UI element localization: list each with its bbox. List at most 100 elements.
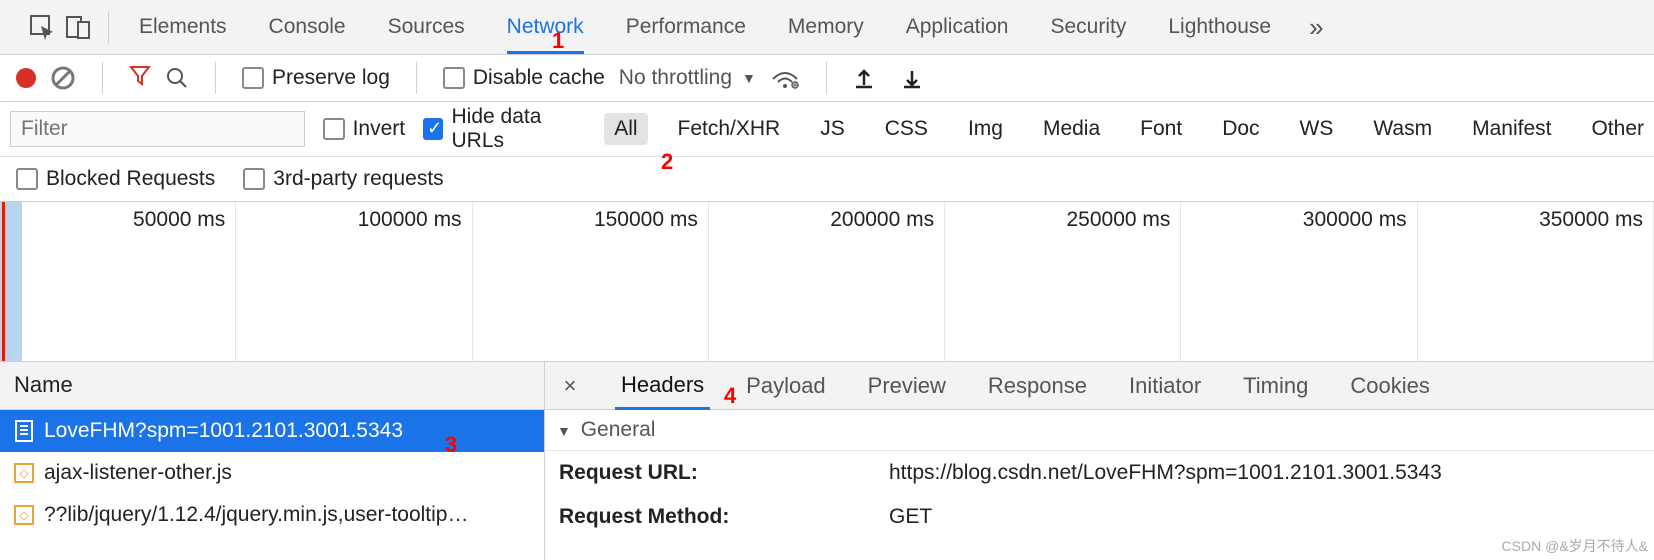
chip-ws[interactable]: WS (1290, 113, 1344, 145)
device-toolbar-icon[interactable] (60, 9, 96, 45)
close-detail-icon[interactable]: × (555, 371, 585, 401)
tab-response[interactable]: Response (982, 362, 1093, 410)
search-icon[interactable] (165, 66, 189, 90)
chip-wasm[interactable]: Wasm (1363, 113, 1442, 145)
request-row[interactable]: ◇ ??lib/jquery/1.12.4/jquery.min.js,user… (0, 494, 544, 536)
tab-headers[interactable]: Headers (615, 361, 710, 410)
filter-input[interactable] (10, 111, 305, 147)
third-party-label: 3rd-party requests (273, 167, 443, 191)
request-method-value: GET (889, 505, 1640, 529)
checkbox-icon (423, 118, 443, 140)
chip-other[interactable]: Other (1581, 113, 1654, 145)
chip-doc[interactable]: Doc (1212, 113, 1269, 145)
filter-toggle-icon[interactable] (129, 64, 151, 92)
timeline-overview[interactable]: 50000 ms 100000 ms 150000 ms 200000 ms 2… (0, 202, 1654, 362)
panel-tabs: Elements Console Sources Network Perform… (139, 1, 1271, 54)
name-column-header[interactable]: Name (0, 362, 544, 410)
request-name: ??lib/jquery/1.12.4/jquery.min.js,user-t… (44, 503, 468, 527)
third-party-checkbox[interactable]: 3rd-party requests (243, 167, 443, 191)
blocked-requests-checkbox[interactable]: Blocked Requests (16, 167, 215, 191)
checkbox-icon (323, 118, 345, 140)
checkbox-icon (16, 168, 38, 190)
tab-preview[interactable]: Preview (862, 362, 952, 410)
timeline-label: 100000 ms (358, 208, 462, 232)
separator (416, 62, 417, 94)
filter-bar-2: Blocked Requests 3rd-party requests (0, 157, 1654, 202)
tab-timing[interactable]: Timing (1237, 362, 1314, 410)
timeline-label: 300000 ms (1303, 208, 1407, 232)
watermark: CSDN @&岁月不待人& (1502, 536, 1648, 556)
tab-security[interactable]: Security (1050, 1, 1126, 53)
network-conditions-icon[interactable] (770, 67, 800, 89)
tab-cookies[interactable]: Cookies (1344, 362, 1435, 410)
tab-lighthouse[interactable]: Lighthouse (1168, 1, 1271, 53)
invert-checkbox[interactable]: Invert (323, 117, 406, 141)
detail-tabs: × Headers Payload Preview Response Initi… (545, 362, 1654, 410)
request-method-row: Request Method: GET (545, 495, 1654, 539)
resource-type-filter: All Fetch/XHR JS CSS Img Media Font Doc … (604, 113, 1654, 145)
annotation-3: 3 (445, 432, 457, 458)
disclosure-triangle-icon: ▼ (557, 423, 571, 439)
request-list-pane: Name LoveFHM?spm=1001.2101.3001.5343 ◇ a… (0, 362, 545, 560)
tab-network[interactable]: Network (507, 1, 584, 54)
inspect-element-icon[interactable] (24, 9, 60, 45)
request-url-row: Request URL: https://blog.csdn.net/LoveF… (545, 451, 1654, 495)
timeline-label: 150000 ms (594, 208, 698, 232)
separator (215, 62, 216, 94)
checkbox-icon (242, 67, 264, 89)
tab-payload[interactable]: Payload (740, 362, 832, 410)
annotation-2: 2 (661, 149, 673, 175)
preserve-log-checkbox[interactable]: Preserve log (242, 66, 390, 90)
checkbox-icon (243, 168, 265, 190)
checkbox-icon (443, 67, 465, 89)
tab-sources[interactable]: Sources (388, 1, 465, 53)
annotation-4: 4 (724, 383, 736, 409)
hide-data-urls-label: Hide data URLs (451, 105, 586, 153)
devtools-main-tabs: Elements Console Sources Network Perform… (0, 0, 1654, 55)
separator (826, 62, 827, 94)
tab-memory[interactable]: Memory (788, 1, 864, 53)
request-method-key: Request Method: (559, 505, 869, 529)
js-icon: ◇ (14, 463, 34, 483)
chip-all[interactable]: All (604, 113, 647, 145)
request-row[interactable]: LoveFHM?spm=1001.2101.3001.5343 (0, 410, 544, 452)
chip-fetch-xhr[interactable]: Fetch/XHR (668, 113, 791, 145)
timeline-label: 50000 ms (133, 208, 225, 232)
tab-initiator[interactable]: Initiator (1123, 362, 1207, 410)
clear-button[interactable] (50, 65, 76, 91)
request-url-key: Request URL: (559, 461, 869, 485)
chip-css[interactable]: CSS (875, 113, 938, 145)
more-tabs-icon[interactable]: » (1309, 12, 1323, 43)
request-row[interactable]: ◇ ajax-listener-other.js (0, 452, 544, 494)
tab-application[interactable]: Application (906, 1, 1009, 53)
tab-elements[interactable]: Elements (139, 1, 227, 53)
document-icon (14, 419, 34, 443)
timeline-label: 250000 ms (1067, 208, 1171, 232)
tab-console[interactable]: Console (269, 1, 346, 53)
chip-img[interactable]: Img (958, 113, 1013, 145)
request-name: LoveFHM?spm=1001.2101.3001.5343 (44, 419, 403, 443)
upload-har-icon[interactable] (853, 67, 875, 89)
chip-manifest[interactable]: Manifest (1462, 113, 1561, 145)
network-toolbar: Preserve log Disable cache No throttling… (0, 55, 1654, 102)
disable-cache-label: Disable cache (473, 66, 605, 90)
chevron-down-icon: ▼ (742, 70, 756, 86)
request-name: ajax-listener-other.js (44, 461, 232, 485)
disable-cache-checkbox[interactable]: Disable cache (443, 66, 605, 90)
chip-media[interactable]: Media (1033, 113, 1110, 145)
general-section-header[interactable]: ▼ General (545, 410, 1654, 451)
chip-js[interactable]: JS (810, 113, 855, 145)
hide-data-urls-checkbox[interactable]: Hide data URLs (423, 105, 586, 153)
separator (102, 62, 103, 94)
download-har-icon[interactable] (901, 67, 923, 89)
throttling-dropdown[interactable]: No throttling ▼ (619, 66, 756, 90)
throttling-label: No throttling (619, 66, 732, 90)
chip-font[interactable]: Font (1130, 113, 1192, 145)
js-icon: ◇ (14, 505, 34, 525)
tab-performance[interactable]: Performance (626, 1, 746, 53)
request-url-value: https://blog.csdn.net/LoveFHM?spm=1001.2… (889, 461, 1640, 485)
timeline-label: 200000 ms (830, 208, 934, 232)
separator (108, 11, 109, 43)
record-button[interactable] (16, 68, 36, 88)
blocked-requests-label: Blocked Requests (46, 167, 215, 191)
